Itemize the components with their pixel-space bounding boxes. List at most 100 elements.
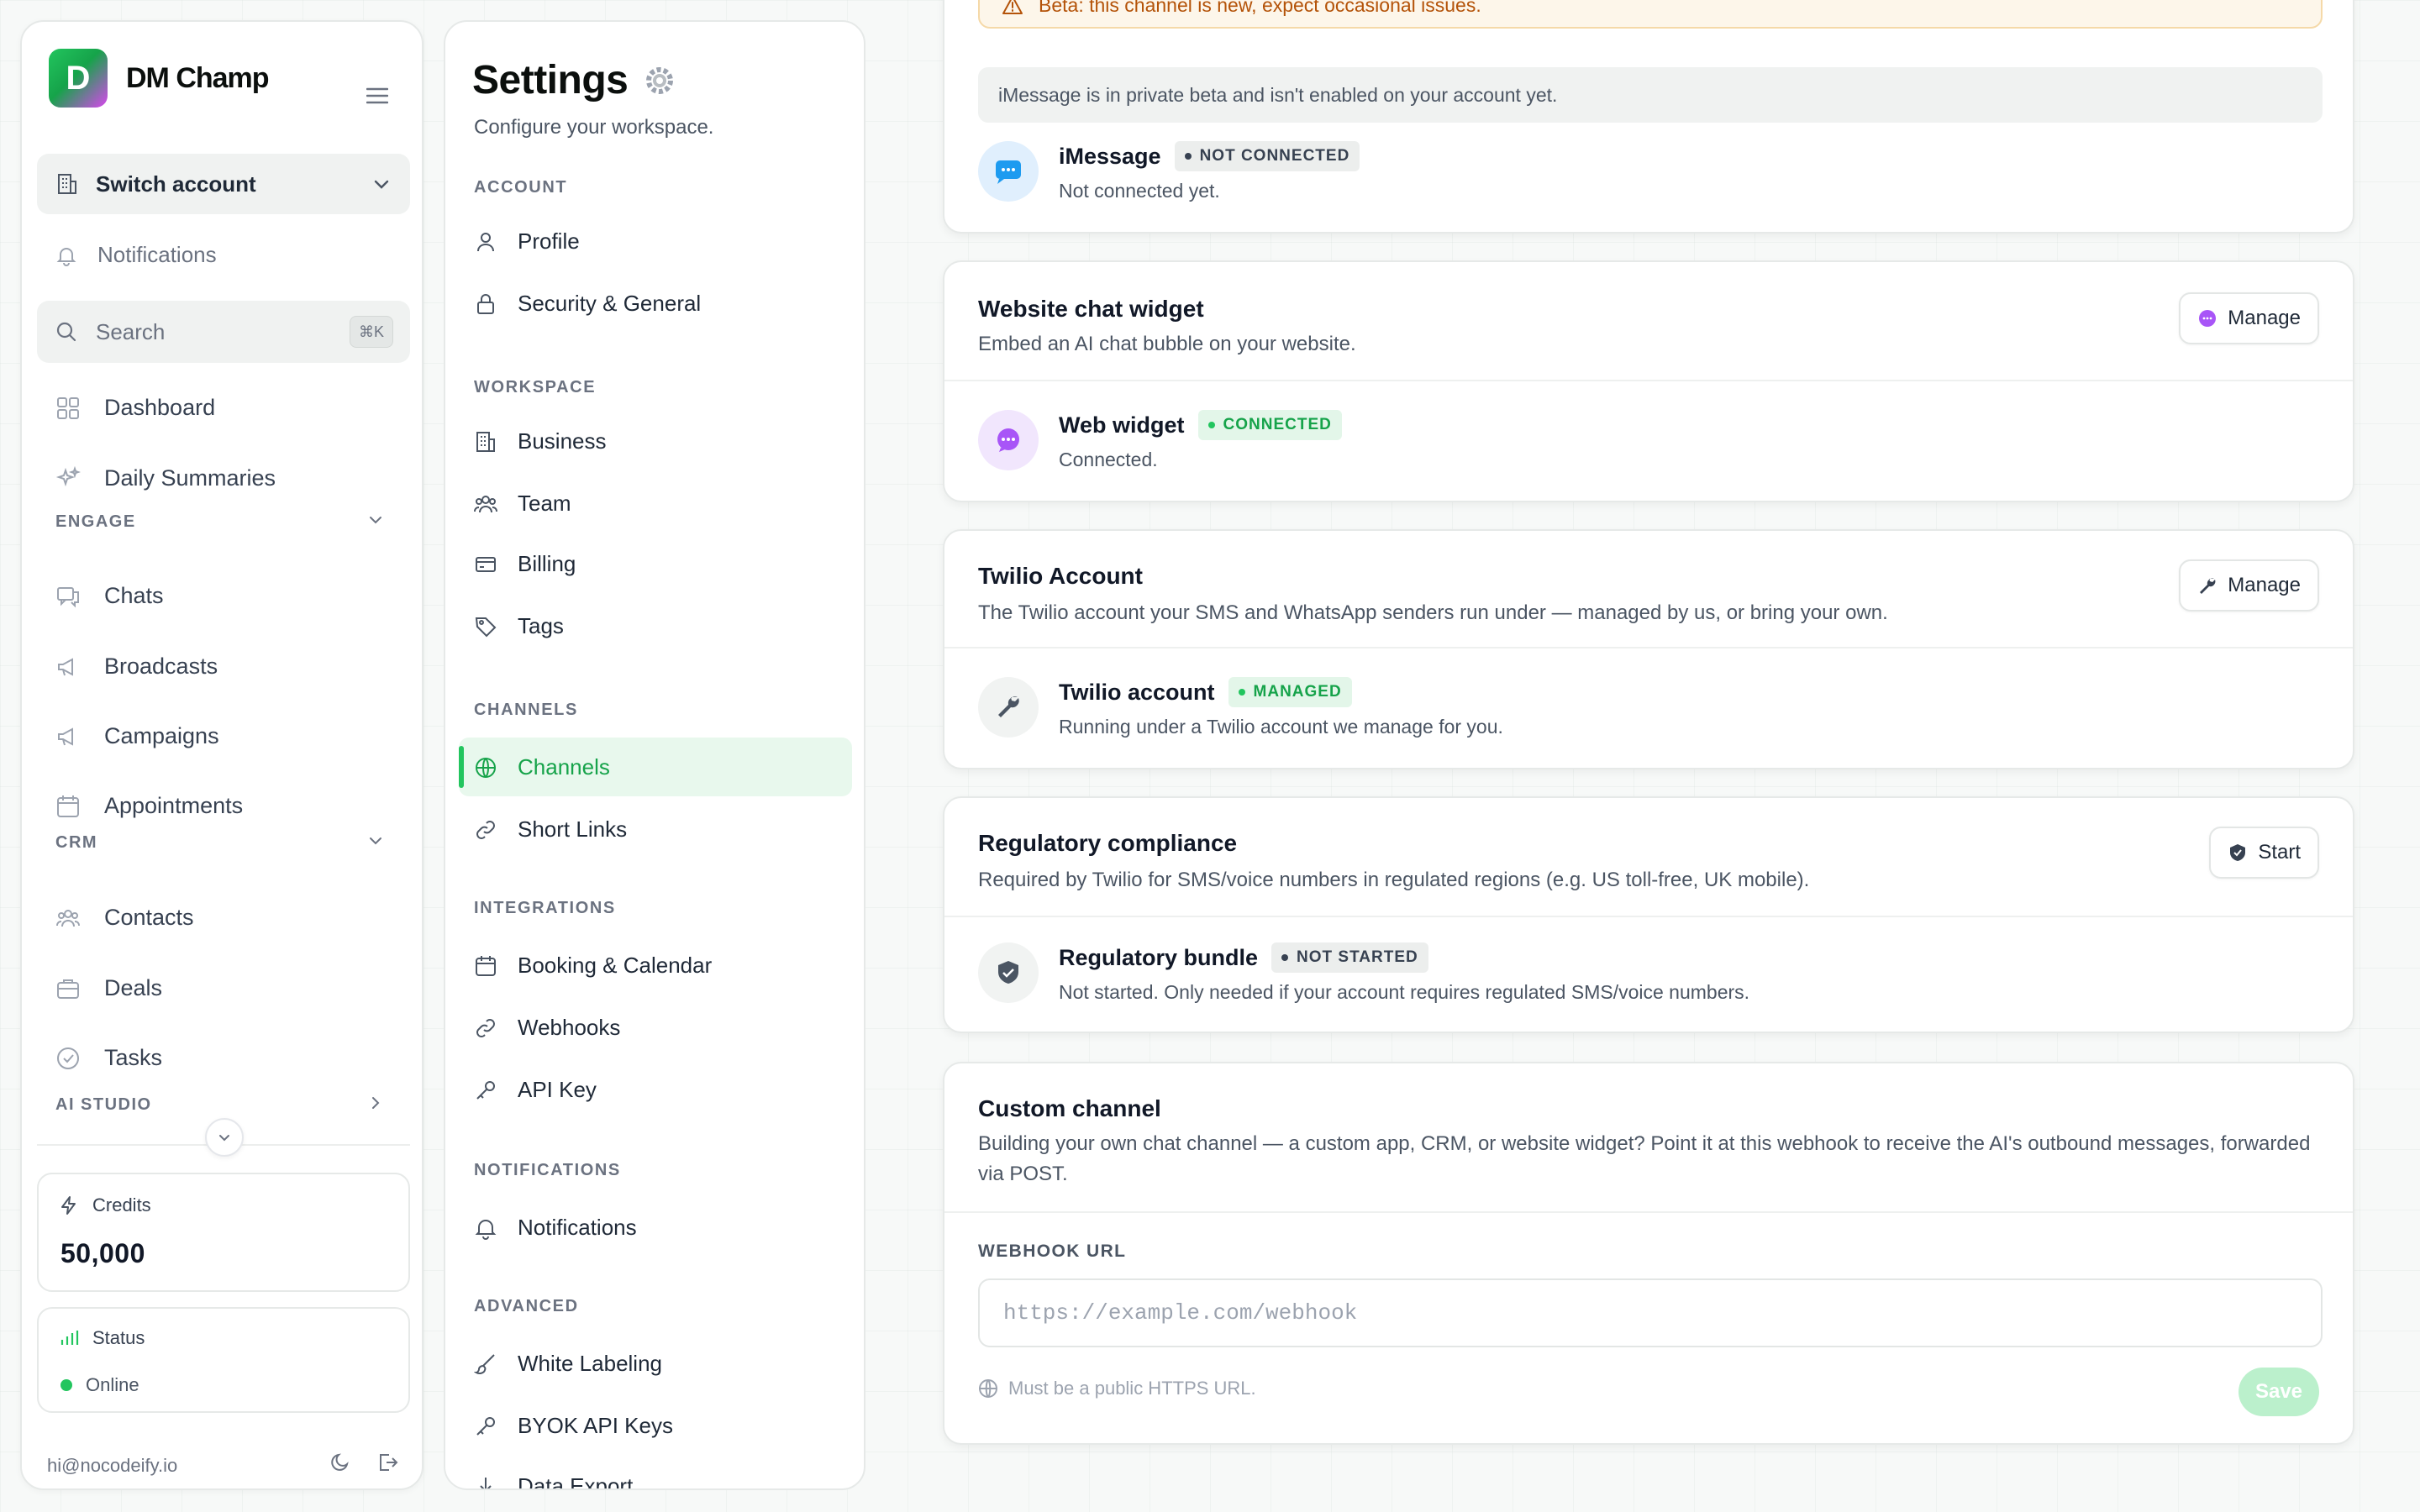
settings-item-business[interactable]: Business (474, 428, 607, 454)
globe-icon (978, 1378, 998, 1399)
settings-item-label: BYOK API Keys (518, 1413, 673, 1438)
sidebar-item-dashboard[interactable]: Dashboard (55, 395, 215, 421)
chevron-down-icon (216, 1129, 233, 1146)
menu-icon[interactable] (366, 87, 388, 104)
divider (944, 380, 2353, 381)
sidebar-item-broadcasts[interactable]: Broadcasts (55, 654, 218, 680)
sidebar-item-appointments[interactable]: Appointments (55, 793, 243, 819)
settings-item-team[interactable]: Team (474, 491, 571, 517)
badge-dot (1238, 689, 1245, 696)
key-icon (474, 1415, 497, 1438)
chat-icon (55, 584, 81, 609)
megaphone-icon (55, 724, 81, 749)
divider (944, 1211, 2353, 1213)
button-label: Manage (2228, 307, 2301, 329)
twilio-icon (978, 677, 1039, 738)
settings-item-byok[interactable]: BYOK API Keys (474, 1413, 673, 1439)
channel-status: Running under a Twilio account we manage… (1059, 716, 1503, 738)
sidebar-item-campaigns[interactable]: Campaigns (55, 723, 219, 749)
sidebar-item-label: Appointments (104, 793, 244, 818)
nav-section-engage[interactable]: ENGAGE (55, 512, 408, 532)
twilio-channel-row: Twilio account MANAGED Running under a T… (978, 677, 1503, 738)
settings-item-data-export[interactable]: Data Export (474, 1473, 634, 1490)
scroll-down-button[interactable] (205, 1118, 244, 1157)
building-icon (55, 172, 79, 196)
sidebar-item-label: Contacts (104, 905, 194, 930)
badge-dot (1184, 153, 1192, 160)
webhook-hint: Must be a public HTTPS URL. (978, 1378, 1256, 1399)
sidebar-item-deals[interactable]: Deals (55, 975, 162, 1001)
button-label: Manage (2228, 574, 2301, 596)
brush-icon (474, 1352, 497, 1376)
status-badge: MANAGED (1228, 677, 1352, 707)
sidebar-item-chats[interactable]: Chats (55, 583, 164, 609)
section-label: AI STUDIO (55, 1095, 152, 1114)
settings-item-channels[interactable]: Channels (474, 754, 610, 780)
manage-button[interactable]: Manage (2179, 292, 2319, 344)
settings-item-webhooks[interactable]: Webhooks (474, 1015, 620, 1041)
badge-label: MANAGED (1253, 683, 1342, 701)
lock-icon (474, 292, 497, 316)
regulatory-icon (978, 942, 1039, 1003)
brand[interactable]: D DM Champ (49, 49, 270, 108)
settings-item-billing[interactable]: Billing (474, 551, 576, 577)
sidebar-item-label: Broadcasts (104, 654, 218, 679)
switch-account-button[interactable]: Switch account (37, 154, 410, 214)
settings-item-white-labeling[interactable]: White Labeling (474, 1351, 662, 1377)
settings-item-tags[interactable]: Tags (474, 613, 564, 639)
settings-item-label: Short Links (518, 816, 628, 842)
settings-item-api-key[interactable]: API Key (474, 1077, 597, 1103)
page-title: Settings (472, 58, 629, 102)
imessage-info-text: iMessage is in private beta and isn't en… (998, 83, 1558, 106)
settings-item-label: Data Export (518, 1473, 634, 1490)
card-title: Twilio Account (978, 563, 1143, 589)
button-label: Start (2258, 841, 2301, 864)
settings-item-notifications[interactable]: Notifications (474, 1215, 637, 1241)
channel-name: Twilio account (1059, 679, 1215, 705)
user-icon (474, 230, 497, 254)
globe-icon (474, 756, 497, 780)
hint-text: Must be a public HTTPS URL. (1008, 1378, 1256, 1399)
settings-item-label: Security & General (518, 291, 702, 316)
chevron-down-icon (371, 174, 392, 194)
settings-item-profile[interactable]: Profile (474, 228, 580, 255)
sidebar-item-contacts[interactable]: Contacts (55, 905, 194, 931)
webhook-url-input[interactable] (978, 1278, 2323, 1347)
start-button[interactable]: Start (2209, 827, 2319, 879)
save-button[interactable]: Save (2238, 1368, 2319, 1416)
link-icon (474, 818, 497, 842)
card-description: Required by Twilio for SMS/voice numbers… (978, 869, 1810, 891)
status-badge: NOT CONNECTED (1174, 141, 1360, 171)
nav-section-crm[interactable]: CRM (55, 833, 408, 853)
section-integrations: INTEGRATIONS (474, 899, 616, 917)
settings-item-booking[interactable]: Booking & Calendar (474, 953, 712, 979)
search-icon (55, 321, 77, 343)
settings-item-label: Billing (518, 551, 576, 576)
badge-label: NOT CONNECTED (1199, 147, 1350, 165)
brand-name: DM Champ (126, 61, 270, 94)
settings-item-label: Business (518, 428, 607, 454)
imessage-info-bar: iMessage is in private beta and isn't en… (978, 67, 2323, 123)
logout-icon[interactable] (376, 1452, 398, 1473)
settings-item-label: Webhooks (518, 1015, 621, 1040)
settings-nav: Settings Configure your workspace. ACCOU… (444, 20, 865, 1490)
channel-name: Web widget (1059, 412, 1185, 438)
switch-account-label: Switch account (96, 171, 256, 197)
web-widget-icon (978, 410, 1039, 470)
notifications-link[interactable]: Notifications (55, 242, 217, 268)
status-badge: CONNECTED (1197, 410, 1342, 440)
sidebar-item-daily-summaries[interactable]: Daily Summaries (55, 465, 276, 491)
settings-item-short-links[interactable]: Short Links (474, 816, 627, 843)
tag-icon (474, 615, 497, 638)
channel-status: Not started. Only needed if your account… (1059, 981, 1750, 1003)
gear-icon (643, 64, 676, 97)
sidebar-item-tasks[interactable]: Tasks (55, 1045, 162, 1071)
search-input[interactable]: Search ⌘K (37, 301, 410, 363)
nav-section-ai-studio[interactable]: AI STUDIO (55, 1095, 408, 1115)
dashboard-icon (55, 396, 81, 421)
moon-icon[interactable] (329, 1452, 351, 1473)
settings-item-security[interactable]: Security & General (474, 291, 701, 317)
manage-button[interactable]: Manage (2179, 559, 2319, 612)
sidebar-item-label: Chats (104, 583, 164, 608)
settings-item-label: Tags (518, 613, 564, 638)
